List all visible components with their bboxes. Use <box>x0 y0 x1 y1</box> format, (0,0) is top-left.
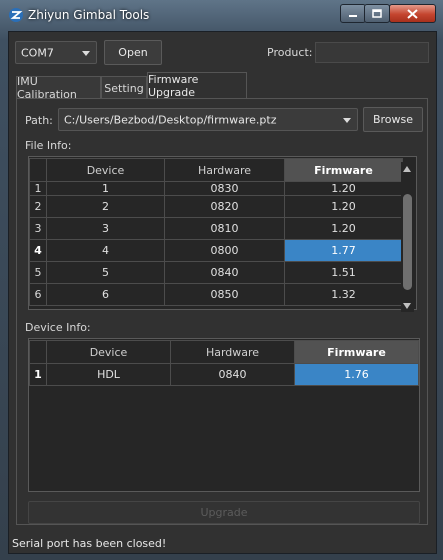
firmware-cell-selected[interactable]: 1.77 <box>284 239 403 262</box>
table-row[interactable]: 6 6 0850 1.32 <box>29 283 403 306</box>
table-row-selected[interactable]: 4 4 0800 1.77 <box>29 239 403 262</box>
firmware-cell[interactable]: 1.20 <box>284 217 403 240</box>
firmware-cell-selected[interactable]: 1.76 <box>294 363 419 386</box>
device-cell[interactable]: 3 <box>46 217 165 240</box>
tab-imu-calibration[interactable]: IMU Calibration <box>16 75 101 101</box>
row-number[interactable]: 5 <box>29 261 47 284</box>
table-corner[interactable] <box>29 340 47 364</box>
row-number[interactable]: 4 <box>29 239 47 262</box>
path-select-value: C:/Users/Bezbod/Desktop/firmware.ptz <box>64 113 277 126</box>
port-select-value: COM7 <box>21 46 54 59</box>
column-header-firmware[interactable]: Firmware <box>294 340 419 364</box>
column-header-hardware[interactable]: Hardware <box>164 158 285 182</box>
hardware-cell[interactable]: 0820 <box>164 195 285 218</box>
device-cell[interactable]: HDL <box>46 363 171 386</box>
table-corner[interactable] <box>29 158 47 182</box>
chevron-down-icon <box>82 50 90 56</box>
device-cell[interactable]: 4 <box>46 239 165 262</box>
row-number[interactable]: 1 <box>29 363 47 386</box>
device-info-label: Device Info: <box>25 321 91 334</box>
path-select[interactable]: C:/Users/Bezbod/Desktop/firmware.ptz <box>58 108 358 131</box>
row-number[interactable]: 6 <box>29 283 47 306</box>
firmware-upgrade-pane: Path: C:/Users/Bezbod/Desktop/firmware.p… <box>16 98 428 525</box>
port-select[interactable]: COM7 <box>15 41 97 64</box>
title-bar[interactable]: Zhiyun Gimbal Tools <box>0 0 443 30</box>
open-button[interactable]: Open <box>104 40 162 65</box>
minimize-button[interactable] <box>340 4 366 23</box>
chevron-down-icon <box>343 117 351 123</box>
upgrade-button[interactable]: Upgrade <box>28 501 420 524</box>
hardware-cell[interactable]: 0830 <box>164 181 285 196</box>
hardware-cell[interactable]: 0840 <box>170 363 295 386</box>
window-title: Zhiyun Gimbal Tools <box>28 8 150 22</box>
path-label: Path: <box>25 114 53 127</box>
zhiyun-gimbal-icon <box>9 8 23 22</box>
window-frame: Zhiyun Gimbal Tools COM7 Open Product: I… <box>0 0 443 560</box>
hardware-cell[interactable]: 0810 <box>164 217 285 240</box>
table-row[interactable]: 2 2 0820 1.20 <box>29 195 403 218</box>
table-row[interactable]: 1 1 0830 1.20 <box>29 181 403 196</box>
hardware-cell[interactable]: 0800 <box>164 239 285 262</box>
device-cell[interactable]: 6 <box>46 283 165 306</box>
device-cell[interactable]: 1 <box>46 181 165 196</box>
table-header-row: Device Hardware Firmware <box>29 158 403 182</box>
firmware-cell[interactable]: 1.20 <box>284 195 403 218</box>
table-row[interactable]: 3 3 0810 1.20 <box>29 217 403 240</box>
product-field <box>315 42 429 63</box>
close-button[interactable] <box>389 4 436 23</box>
column-header-firmware[interactable]: Firmware <box>284 158 403 182</box>
close-icon <box>407 8 418 19</box>
row-number[interactable]: 3 <box>29 217 47 240</box>
file-info-label: File Info: <box>25 139 72 152</box>
table-header-row: Device Hardware Firmware <box>29 340 419 364</box>
firmware-cell[interactable]: 1.20 <box>284 181 403 196</box>
device-info-table-frame: Device Hardware Firmware 1 HDL 0840 1.76 <box>28 338 420 492</box>
table-row[interactable]: 5 5 0840 1.51 <box>29 261 403 284</box>
scroll-up-arrow-icon[interactable] <box>403 166 411 172</box>
status-bar-text: Serial port has been closed! <box>12 537 167 550</box>
hardware-cell[interactable]: 0840 <box>164 261 285 284</box>
device-cell[interactable]: 5 <box>46 261 165 284</box>
scroll-down-arrow-icon[interactable] <box>403 303 411 309</box>
scrollbar-thumb[interactable] <box>403 194 412 290</box>
column-header-device[interactable]: Device <box>46 158 165 182</box>
file-info-table: Device Hardware Firmware 1 1 0830 1.20 2… <box>29 158 403 306</box>
firmware-cell[interactable]: 1.51 <box>284 261 403 284</box>
hardware-cell[interactable]: 0850 <box>164 283 285 306</box>
client-area: COM7 Open Product: IMU Calibration Setti… <box>8 31 437 554</box>
minimize-icon <box>349 14 357 17</box>
browse-button[interactable]: Browse <box>363 107 423 132</box>
maximize-icon <box>372 9 382 18</box>
tab-setting[interactable]: Setting <box>101 76 147 99</box>
column-header-hardware[interactable]: Hardware <box>170 340 295 364</box>
column-header-device[interactable]: Device <box>46 340 171 364</box>
device-cell[interactable]: 2 <box>46 195 165 218</box>
table-row[interactable]: 1 HDL 0840 1.76 <box>29 363 419 386</box>
file-table-scrollbar[interactable] <box>401 162 414 312</box>
product-label: Product: <box>267 46 313 59</box>
device-info-table: Device Hardware Firmware 1 HDL 0840 1.76 <box>29 340 419 386</box>
file-info-table-frame: Device Hardware Firmware 1 1 0830 1.20 2… <box>28 156 417 312</box>
maximize-button[interactable] <box>364 4 390 23</box>
row-number[interactable]: 1 <box>29 181 47 196</box>
row-number[interactable]: 2 <box>29 195 47 218</box>
tab-firmware-upgrade[interactable]: Firmware Upgrade <box>147 72 247 99</box>
firmware-cell[interactable]: 1.32 <box>284 283 403 306</box>
